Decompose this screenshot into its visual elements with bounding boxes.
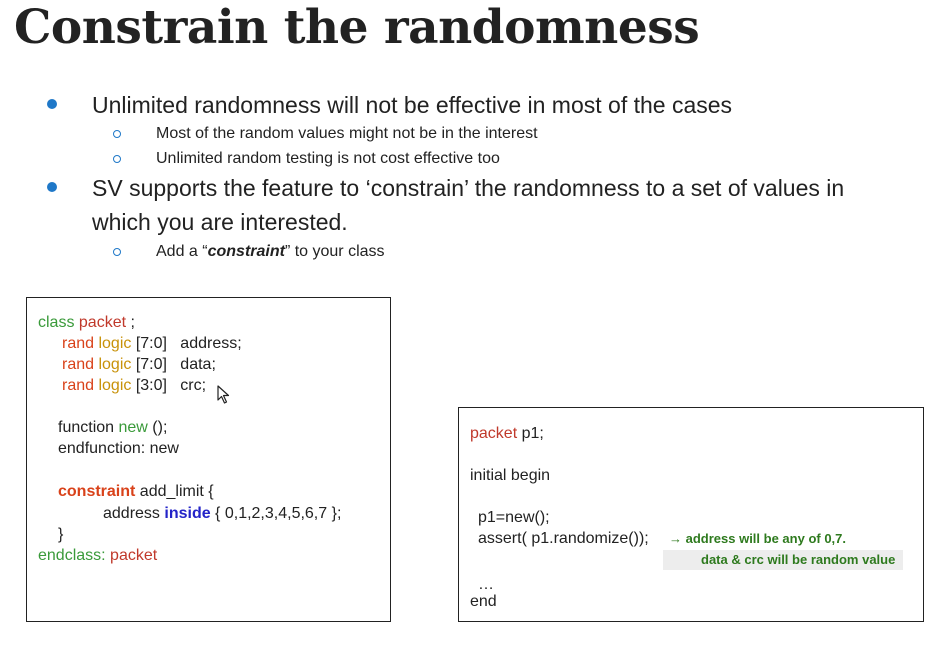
sub-bullet-ring-icon: [113, 248, 121, 256]
code-line: constraint add_limit {: [58, 483, 214, 500]
bullet-2-sub-1: Add a “constraint” to your class: [156, 243, 385, 260]
code-line: rand logic [3:0] crc;: [62, 377, 207, 394]
bullet-2-text-line-1: SV supports the feature to ‘constrain’ t…: [92, 175, 845, 201]
bullet-dot-icon: [47, 182, 57, 192]
usage-code-box: packet p1; initial begin p1=new(); asser…: [458, 407, 924, 622]
code-line: endclass: packet: [38, 547, 158, 564]
code-line: initial begin: [470, 467, 551, 484]
code-line: endfunction: new: [58, 440, 179, 457]
code-line: }: [58, 526, 64, 543]
annotation-random-note: data & crc will be random value: [701, 552, 896, 567]
sub-bullet-ring-icon: [113, 130, 121, 138]
class-code-box: class packet ; rand logic [7:0] address;…: [26, 297, 391, 622]
slide-title: Constrain the randomness: [14, 0, 700, 55]
bullet-dot-icon: [47, 99, 57, 109]
annotation-address-note: → address will be any of 0,7.: [669, 531, 847, 546]
bullet-2-text-line-2: which you are interested.: [92, 209, 348, 235]
sub-bullet-ring-icon: [113, 155, 121, 163]
bullet-1-sub-1: Most of the random values might not be i…: [156, 125, 538, 142]
bullet-1-sub-2: Unlimited random testing is not cost eff…: [156, 150, 500, 167]
code-line: rand logic [7:0] address;: [62, 335, 242, 352]
code-line: class packet ;: [38, 314, 135, 331]
constraint-emphasis: constraint: [207, 243, 285, 260]
code-line: end: [470, 593, 497, 610]
code-line: function new ();: [58, 419, 168, 436]
code-line: assert( p1.randomize());: [478, 530, 649, 547]
code-line: packet p1;: [470, 425, 544, 442]
code-line: rand logic [7:0] data;: [62, 356, 216, 373]
code-line: address inside { 0,1,2,3,4,5,6,7 };: [103, 505, 342, 522]
code-line: p1=new();: [478, 509, 550, 526]
bullet-1-text: Unlimited randomness will not be effecti…: [92, 92, 733, 118]
mouse-pointer-icon: [217, 385, 230, 404]
